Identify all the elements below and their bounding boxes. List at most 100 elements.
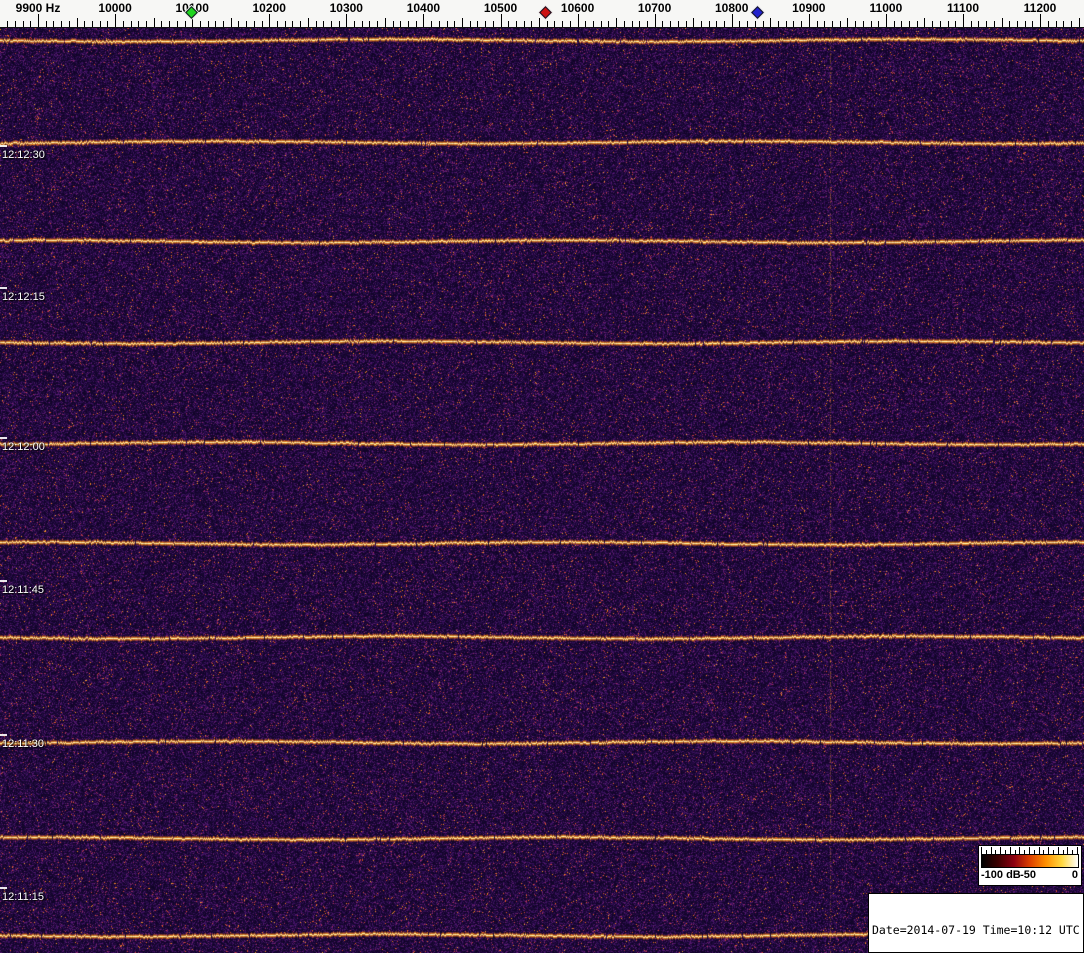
colorbar-tick [1014, 850, 1016, 854]
info-box: Date=2014-07-19 Time=10:12 UTC Freq=143 … [868, 893, 1084, 953]
freq-tick [878, 21, 880, 27]
freq-tick-label: 10400 [406, 1, 441, 15]
freq-tick [569, 21, 571, 27]
colorbar-tick [995, 850, 997, 854]
freq-tick [670, 21, 672, 27]
freq-tick [963, 14, 964, 27]
freq-tick [870, 21, 872, 27]
frequency-ruler[interactable]: 9900 Hz100001010010200103001040010500106… [0, 0, 1084, 28]
freq-tick [169, 21, 170, 27]
freq-tick [893, 21, 895, 27]
freq-tick [384, 18, 386, 27]
freq-tick [993, 21, 995, 27]
freq-tick [955, 21, 957, 27]
freq-tick [654, 14, 656, 27]
freq-tick [677, 21, 679, 27]
colorbar-tick [1072, 850, 1074, 854]
freq-tick [924, 18, 926, 27]
freq-tick [361, 21, 363, 27]
freq-tick [693, 18, 695, 27]
freq-tick [238, 21, 240, 27]
freq-tick-label: 10300 [329, 1, 363, 15]
freq-tick [1047, 21, 1049, 27]
freq-tick [392, 21, 394, 27]
freq-tick [646, 21, 648, 27]
freq-tick [469, 21, 471, 27]
freq-tick [292, 21, 294, 27]
freq-tick [323, 21, 325, 27]
waterfall-spectrogram[interactable] [0, 28, 1084, 953]
freq-tick [223, 21, 224, 27]
freq-tick [577, 14, 579, 27]
freq-tick [508, 21, 510, 27]
freq-tick [716, 21, 718, 27]
freq-tick [30, 21, 32, 27]
freq-tick [45, 21, 47, 27]
freq-tick [539, 18, 540, 27]
freq-tick [76, 18, 78, 27]
freq-tick-label: 10900 [792, 1, 826, 15]
freq-tick [793, 21, 795, 27]
freq-tick [1001, 18, 1003, 27]
freq-tick [639, 21, 641, 27]
colorbar-tick [1009, 847, 1011, 854]
freq-tick [885, 14, 887, 27]
freq-tick [515, 21, 517, 27]
freq-tick [939, 21, 941, 27]
freq-tick [184, 21, 186, 27]
freq-tick [839, 21, 841, 27]
freq-tick-label: 11200 [1023, 1, 1057, 15]
freq-tick [315, 21, 317, 27]
freq-tick-label: 10000 [98, 1, 132, 15]
freq-marker-red-diamond-icon[interactable] [539, 6, 553, 19]
freq-tick [1016, 21, 1018, 27]
freq-tick-label: 10700 [637, 1, 672, 15]
colorbar-label-mid: -50 [1020, 869, 1036, 881]
colorbar-tick [1053, 850, 1054, 854]
colorbar-tick [1000, 847, 1002, 854]
freq-tick [785, 21, 787, 27]
freq-tick [215, 21, 217, 27]
freq-tick [970, 21, 972, 27]
freq-tick [700, 21, 702, 27]
freq-tick [739, 21, 741, 27]
amplitude-colorbar: -100 dB -50 0 [978, 845, 1082, 886]
freq-tick [369, 21, 371, 27]
freq-tick [1032, 21, 1034, 27]
freq-tick [862, 21, 864, 27]
freq-tick [916, 21, 918, 27]
freq-tick-label: 11100 [946, 1, 980, 15]
freq-tick [261, 21, 263, 27]
freq-marker-blue-diamond-icon[interactable] [751, 6, 765, 19]
spectrogram-display: 9900 Hz100001010010200103001040010500106… [0, 0, 1084, 953]
freq-tick [932, 21, 934, 27]
freq-tick [408, 21, 409, 27]
freq-tick [731, 14, 733, 27]
freq-tick [107, 21, 109, 27]
colorbar-tick [1057, 847, 1059, 854]
colorbar-labels: -100 dB -50 0 [981, 868, 1079, 881]
freq-tick [346, 14, 348, 27]
freq-tick [485, 21, 487, 27]
freq-tick [754, 21, 756, 27]
freq-tick [176, 21, 178, 27]
freq-tick [284, 21, 286, 27]
freq-tick [808, 14, 810, 27]
freq-tick [269, 14, 271, 27]
freq-tick [423, 14, 425, 27]
freq-tick [145, 21, 147, 27]
freq-tick [307, 18, 309, 27]
freq-tick [115, 14, 117, 27]
freq-tick [99, 21, 101, 27]
freq-tick [855, 21, 856, 27]
freq-tick [53, 21, 55, 27]
freq-tick [454, 21, 456, 27]
freq-tick [831, 21, 833, 27]
freq-tick [22, 21, 24, 27]
freq-tick [847, 18, 849, 27]
freq-tick [300, 21, 302, 27]
freq-tick [230, 18, 232, 27]
colorbar-tick [1024, 850, 1026, 854]
colorbar-label-min: -100 dB [981, 869, 1021, 881]
freq-tick [778, 21, 779, 27]
